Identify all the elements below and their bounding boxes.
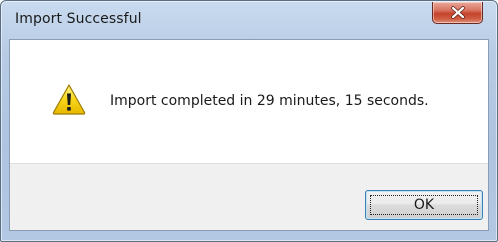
ok-button[interactable]: OK	[365, 190, 483, 220]
button-bar: OK	[10, 163, 488, 230]
window-title: Import Successful	[15, 11, 142, 27]
dialog-message: Import completed in 29 minutes, 15 secon…	[110, 93, 429, 109]
dialog-window: Import Successful Import completed in 29…	[0, 0, 498, 242]
warning-icon	[52, 84, 86, 115]
close-button[interactable]	[432, 2, 483, 24]
ok-button-label: OK	[413, 197, 435, 213]
close-icon	[451, 6, 465, 19]
message-panel: Import completed in 29 minutes, 15 secon…	[10, 40, 488, 163]
dialog-client-area: Import completed in 29 minutes, 15 secon…	[9, 39, 489, 231]
title-bar[interactable]: Import Successful	[1, 1, 497, 39]
